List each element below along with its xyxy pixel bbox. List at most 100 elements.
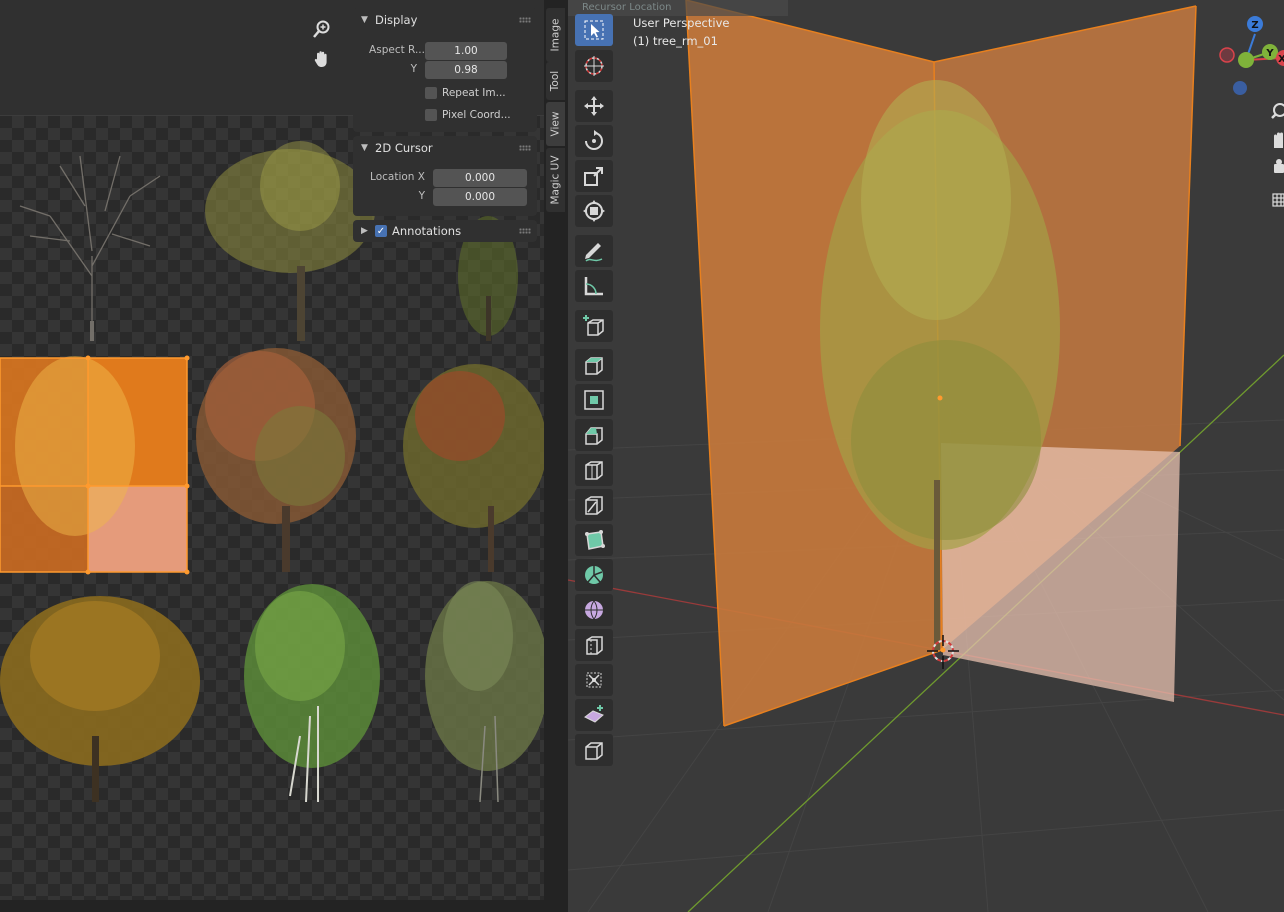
- tab-magic-uv[interactable]: Magic UV: [546, 148, 565, 212]
- add-cube-icon: [583, 315, 604, 336]
- drag-handle-icon[interactable]: [519, 17, 531, 23]
- zoom-view-icon: [1271, 103, 1284, 119]
- z-axis-label: Z: [1251, 20, 1258, 31]
- annotations-panel-header[interactable]: ▶ ✓ Annotations: [353, 220, 537, 242]
- sidebar-tabs: Image Tool View Magic UV: [544, 0, 568, 912]
- uv-editor-footer: [0, 900, 544, 912]
- aspect-ratio-y-field[interactable]: 0.98: [425, 61, 507, 79]
- scale-icon: [584, 167, 603, 186]
- tab-tool[interactable]: Tool: [546, 62, 565, 100]
- tree-card-mesh: [685, 0, 1197, 727]
- bevel-tool[interactable]: [575, 419, 613, 451]
- aspect-ratio-label: Aspect R...: [369, 44, 425, 56]
- viewport-info: User Perspective (1) tree_rm_01: [633, 14, 729, 50]
- loop-cut-icon: [585, 461, 603, 480]
- aspect-ratio-x-field[interactable]: 1.00: [425, 42, 507, 60]
- shear-tool[interactable]: [575, 699, 613, 731]
- transform-tool[interactable]: [575, 195, 613, 227]
- measure-tool[interactable]: [575, 270, 613, 302]
- tab-image[interactable]: Image: [546, 8, 565, 62]
- viewport-grid: [568, 0, 1284, 912]
- select-box-tool[interactable]: [575, 14, 613, 46]
- rip-region-tool[interactable]: [575, 734, 613, 766]
- inset-tool[interactable]: [575, 384, 613, 416]
- display-panel-header[interactable]: ▼ Display: [353, 8, 537, 32]
- cursor-location-x-field[interactable]: 0.000: [433, 169, 527, 187]
- active-object-label: (1) tree_rm_01: [633, 34, 718, 48]
- cursor-tool[interactable]: [575, 50, 613, 82]
- chevron-down-icon: ▼: [361, 143, 368, 153]
- loop-cut-tool[interactable]: [575, 454, 613, 486]
- edge-slide-icon: [586, 636, 603, 655]
- extrude-icon: [585, 357, 603, 375]
- chevron-down-icon: ▼: [361, 15, 368, 25]
- repeat-image-checkbox[interactable]: Repeat Im...: [425, 85, 506, 101]
- knife-icon: [585, 496, 603, 515]
- annotations-panel[interactable]: ▶ ✓ Annotations: [353, 220, 537, 242]
- tab-view-label: View: [549, 111, 562, 137]
- y-axis-label: Y: [1265, 48, 1274, 59]
- checkbox-icon[interactable]: [425, 87, 437, 99]
- annotate-tool[interactable]: [575, 235, 613, 267]
- chevron-right-icon: ▶: [361, 226, 368, 236]
- uv-editor[interactable]: ▼ Display Aspect R... 1.00 Y 0.98 Repeat…: [0, 0, 544, 912]
- uv-island-selection: [0, 355, 190, 575]
- cursor-location-y-field[interactable]: 0.000: [433, 188, 527, 206]
- select-box-icon: [584, 20, 604, 40]
- location-y-label: Y: [418, 190, 425, 202]
- shear-icon: [584, 705, 604, 723]
- smooth-tool[interactable]: [575, 594, 613, 626]
- zoom-icon[interactable]: [309, 16, 335, 42]
- navigation-gizmo[interactable]: Z Y X: [1214, 10, 1284, 100]
- scale-tool[interactable]: [575, 160, 613, 192]
- pan-hand-icon[interactable]: [309, 46, 335, 72]
- add-cube-tool[interactable]: [575, 310, 613, 342]
- viewport-navigation: [1268, 98, 1284, 221]
- cursor-2d-panel-title: 2D Cursor: [375, 141, 433, 155]
- ortho-grid-icon: [1272, 193, 1284, 207]
- annotate-icon: [585, 243, 603, 262]
- cursor-2d-panel: ▼ 2D Cursor Location X 0.000 Y 0.000: [353, 136, 537, 216]
- x-axis-label: X: [1278, 54, 1284, 65]
- image-sidebar: ▼ Display Aspect R... 1.00 Y 0.98 Repeat…: [353, 8, 537, 244]
- neg-z-axis-handle: [1233, 81, 1247, 95]
- rotate-tool[interactable]: [575, 125, 613, 157]
- transform-icon: [583, 200, 605, 222]
- rotate-icon: [585, 130, 603, 150]
- spin-icon: [585, 566, 603, 584]
- neg-y-axis-handle: [1238, 52, 1254, 68]
- inset-icon: [584, 390, 604, 410]
- checkbox-icon[interactable]: [425, 109, 437, 121]
- bevel-icon: [585, 427, 603, 445]
- drag-handle-icon[interactable]: [519, 145, 531, 151]
- tab-magic-uv-label: Magic UV: [549, 155, 562, 205]
- spin-tool[interactable]: [575, 559, 613, 591]
- perspective-label: User Perspective: [633, 16, 730, 30]
- rip-region-icon: [585, 742, 603, 760]
- cursor-2d-panel-header[interactable]: ▼ 2D Cursor: [353, 136, 537, 160]
- 3d-viewport[interactable]: Recursor Location User Perspective (1) t…: [568, 0, 1284, 912]
- extrude-tool[interactable]: [575, 349, 613, 381]
- tab-view[interactable]: View: [546, 102, 565, 146]
- drag-handle-icon[interactable]: [519, 228, 531, 234]
- knife-tool[interactable]: [575, 489, 613, 521]
- tab-image-label: Image: [549, 18, 562, 52]
- tab-tool-label: Tool: [549, 70, 562, 92]
- pixel-coordinates-checkbox[interactable]: Pixel Coord...: [425, 107, 511, 123]
- shrink-fatten-icon: [586, 672, 602, 688]
- edge-slide-tool[interactable]: [575, 629, 613, 661]
- shrink-fatten-tool[interactable]: [575, 664, 613, 696]
- move-tool[interactable]: [575, 90, 613, 122]
- aspect-y-label: Y: [410, 63, 417, 75]
- annotations-panel-title: Annotations: [392, 224, 462, 238]
- move-icon: [584, 96, 604, 116]
- measure-icon: [584, 277, 603, 296]
- display-panel-title: Display: [375, 13, 418, 27]
- neg-x-axis-handle: [1219, 47, 1235, 63]
- poly-build-icon: [585, 530, 605, 550]
- smooth-icon: [585, 600, 603, 620]
- pan-view-icon: [1274, 132, 1283, 148]
- poly-build-tool[interactable]: [575, 524, 613, 556]
- repeat-image-label: Repeat Im...: [442, 87, 506, 99]
- checkmark-icon[interactable]: ✓: [375, 225, 387, 237]
